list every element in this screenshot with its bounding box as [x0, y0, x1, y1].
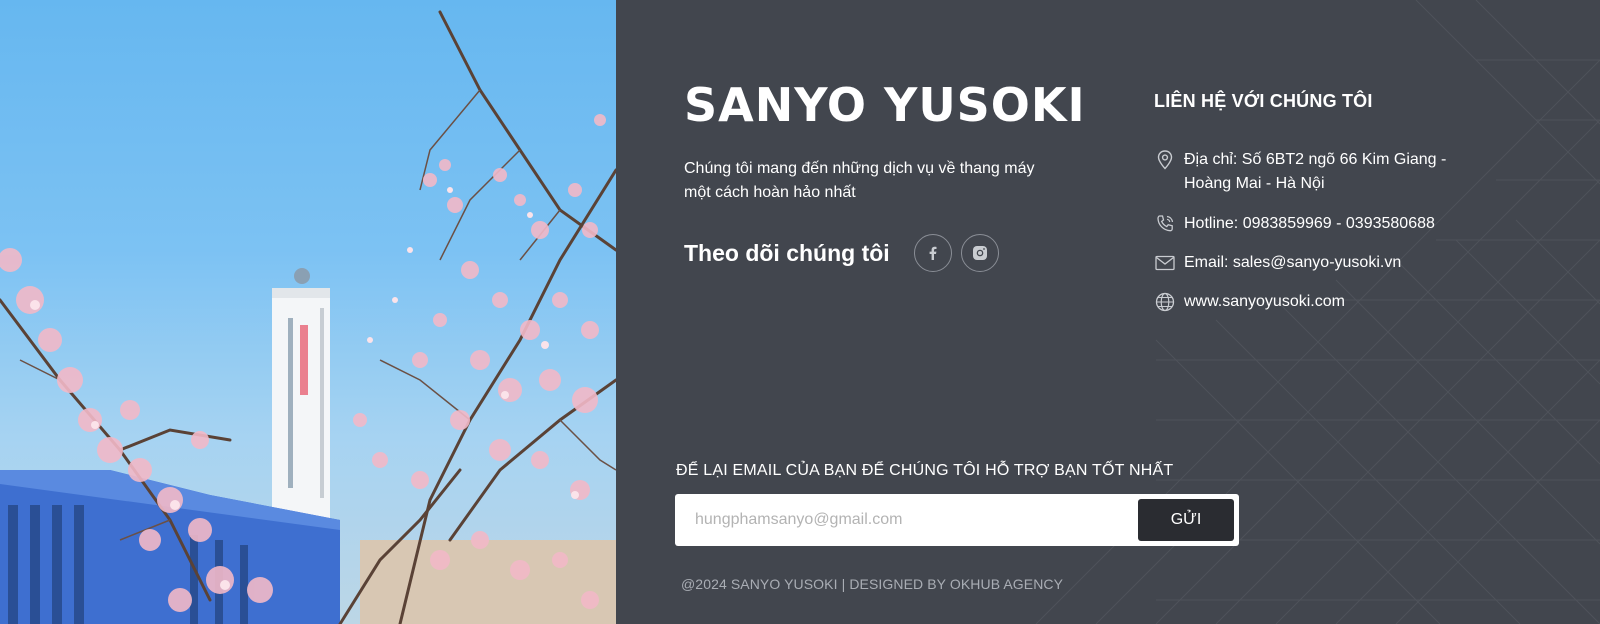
mail-icon: [1154, 251, 1176, 275]
brand-tagline: Chúng tôi mang đến những dịch vụ về than…: [684, 160, 1035, 201]
hotline-text: Hotline: 0983859969 - 0393580688: [1184, 215, 1435, 232]
facebook-button[interactable]: [913, 234, 952, 272]
contact-hotline[interactable]: Hotline: 0983859969 - 0393580688: [1154, 212, 1484, 236]
subscribe-form: GỬI: [675, 494, 1239, 546]
email-text: Email: sales@sanyo-yusoki.vn: [1184, 254, 1402, 271]
website-text: www.sanyoyusoki.com: [1184, 293, 1345, 310]
hero-photo: [0, 0, 616, 624]
address-text: Địa chỉ: Số 6BT2 ngõ 66 Kim Giang - Hoàn…: [1184, 151, 1447, 192]
social-row: Theo dõi chúng tôi: [684, 234, 1008, 272]
location-pin-icon: [1154, 148, 1176, 172]
instagram-icon: [972, 246, 987, 260]
contact-address: Địa chỉ: Số 6BT2 ngõ 66 Kim Giang - Hoàn…: [1154, 148, 1484, 196]
brand-logo[interactable]: SANYO YUSOKI: [684, 80, 1086, 130]
send-button[interactable]: GỬI: [1138, 499, 1234, 541]
follow-label: Theo dõi chúng tôi: [684, 239, 890, 266]
contact-title: LIÊN HỆ VỚI CHÚNG TÔI: [1154, 91, 1373, 111]
email-input[interactable]: [675, 494, 1138, 546]
instagram-button[interactable]: [960, 234, 999, 272]
phone-icon: [1154, 212, 1176, 236]
facebook-icon: [929, 246, 937, 260]
globe-icon: [1154, 290, 1176, 314]
subscribe-title: ĐỂ LẠI EMAIL CỦA BẠN ĐỂ CHÚNG TÔI HỖ TRỢ…: [676, 462, 1174, 479]
cherry-blossom-building-image: [0, 10, 616, 624]
contact-website[interactable]: www.sanyoyusoki.com: [1154, 290, 1484, 314]
contact-email[interactable]: Email: sales@sanyo-yusoki.vn: [1154, 251, 1484, 275]
footer: SANYO YUSOKI Chúng tôi mang đến những dị…: [616, 0, 1600, 624]
copyright-text: @2024 SANYO YUSOKI | DESIGNED BY OKHUB A…: [681, 576, 1064, 592]
